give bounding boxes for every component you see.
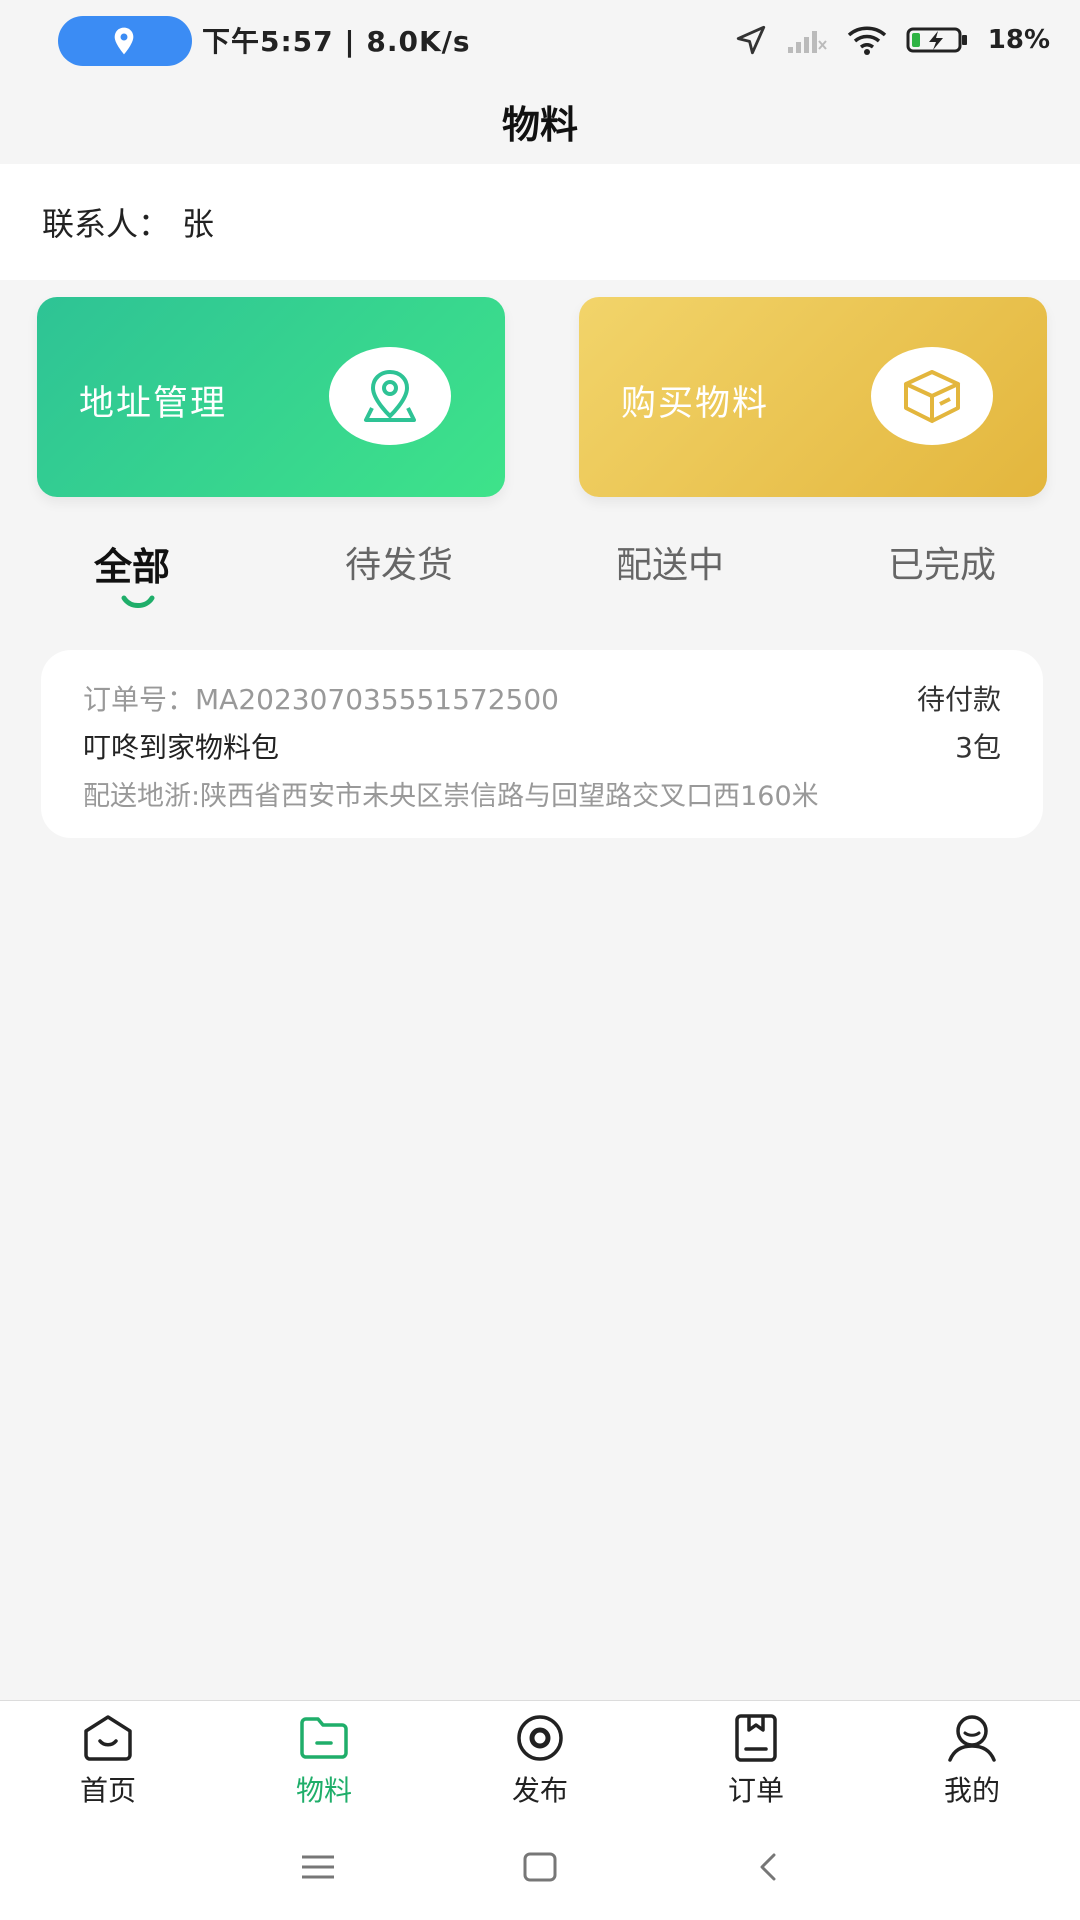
battery-level: 18% (987, 25, 1050, 55)
nav-profile-label: 我的 (943, 1774, 1000, 1807)
publish-icon (517, 1715, 563, 1761)
nav-publish-label: 发布 (511, 1774, 568, 1807)
order-status: 待付款 (916, 683, 1001, 716)
back-icon[interactable] (756, 1852, 780, 1882)
order-icon (735, 1714, 777, 1762)
box-icon (904, 370, 960, 423)
home-square-icon[interactable] (523, 1852, 557, 1882)
battery-charging-icon (906, 27, 967, 53)
status-time-speed: 下午5:57 | 8.0K/s (202, 25, 471, 58)
tab-pending-shipment[interactable]: 待发货 (345, 536, 453, 596)
location-indicator (58, 16, 192, 66)
wifi-icon (847, 26, 886, 55)
order-quantity: 3包 (955, 731, 1001, 764)
order-delivery-address: 配送地浙:陕西省西安市未央区崇信路与回望路交叉口西160米 (83, 781, 819, 812)
title-bar: 物料 (0, 80, 1080, 162)
contact-row: 联系人： 张 (0, 164, 1080, 280)
order-card[interactable]: 订单号：MA202307035551572500 待付款 叮咚到家物料包 3包 … (41, 650, 1043, 838)
map-pin-icon (364, 369, 416, 422)
nav-publish[interactable]: 发布 (432, 1701, 648, 1815)
contact-label: 联系人： (42, 205, 171, 243)
navigation-arrow-icon (736, 25, 765, 55)
tab-completed[interactable]: 已完成 (888, 536, 996, 596)
order-status-tabs: 全部 待发货 配送中 已完成 (0, 536, 1080, 616)
menu-icon[interactable] (300, 1852, 336, 1882)
address-management-card[interactable]: 地址管理 (37, 297, 505, 497)
bottom-nav: 首页 物料 发布 订单 我的 (0, 1700, 1080, 1814)
status-bar: 下午5:57 | 8.0K/s 18% (0, 0, 1080, 80)
tab-all[interactable]: 全部 (94, 536, 170, 596)
nav-material-label: 物料 (295, 1774, 352, 1807)
order-number: 订单号：MA202307035551572500 (83, 683, 559, 716)
tab-in-delivery[interactable]: 配送中 (616, 536, 724, 596)
page-title: 物料 (501, 102, 578, 147)
tab-active-indicator (121, 595, 155, 608)
profile-icon (948, 1715, 996, 1762)
nav-home[interactable]: 首页 (0, 1701, 216, 1815)
order-product-name: 叮咚到家物料包 (83, 731, 280, 764)
buy-icon-badge (871, 347, 993, 445)
address-icon-badge (329, 347, 451, 445)
nav-profile[interactable]: 我的 (864, 1701, 1080, 1815)
address-management-label: 地址管理 (79, 384, 228, 424)
nav-home-label: 首页 (79, 1774, 136, 1807)
system-navigation-bar (0, 1814, 1080, 1920)
folder-icon (300, 1717, 348, 1759)
buy-material-label: 购买物料 (621, 384, 770, 424)
signal-icon (787, 31, 827, 53)
buy-material-card[interactable]: 购买物料 (579, 297, 1047, 497)
nav-material[interactable]: 物料 (216, 1701, 432, 1815)
location-pin-icon (114, 27, 134, 55)
contact-name: 张 (182, 205, 215, 243)
nav-order-label: 订单 (727, 1774, 784, 1807)
home-icon (84, 1715, 132, 1761)
nav-order[interactable]: 订单 (648, 1701, 864, 1815)
